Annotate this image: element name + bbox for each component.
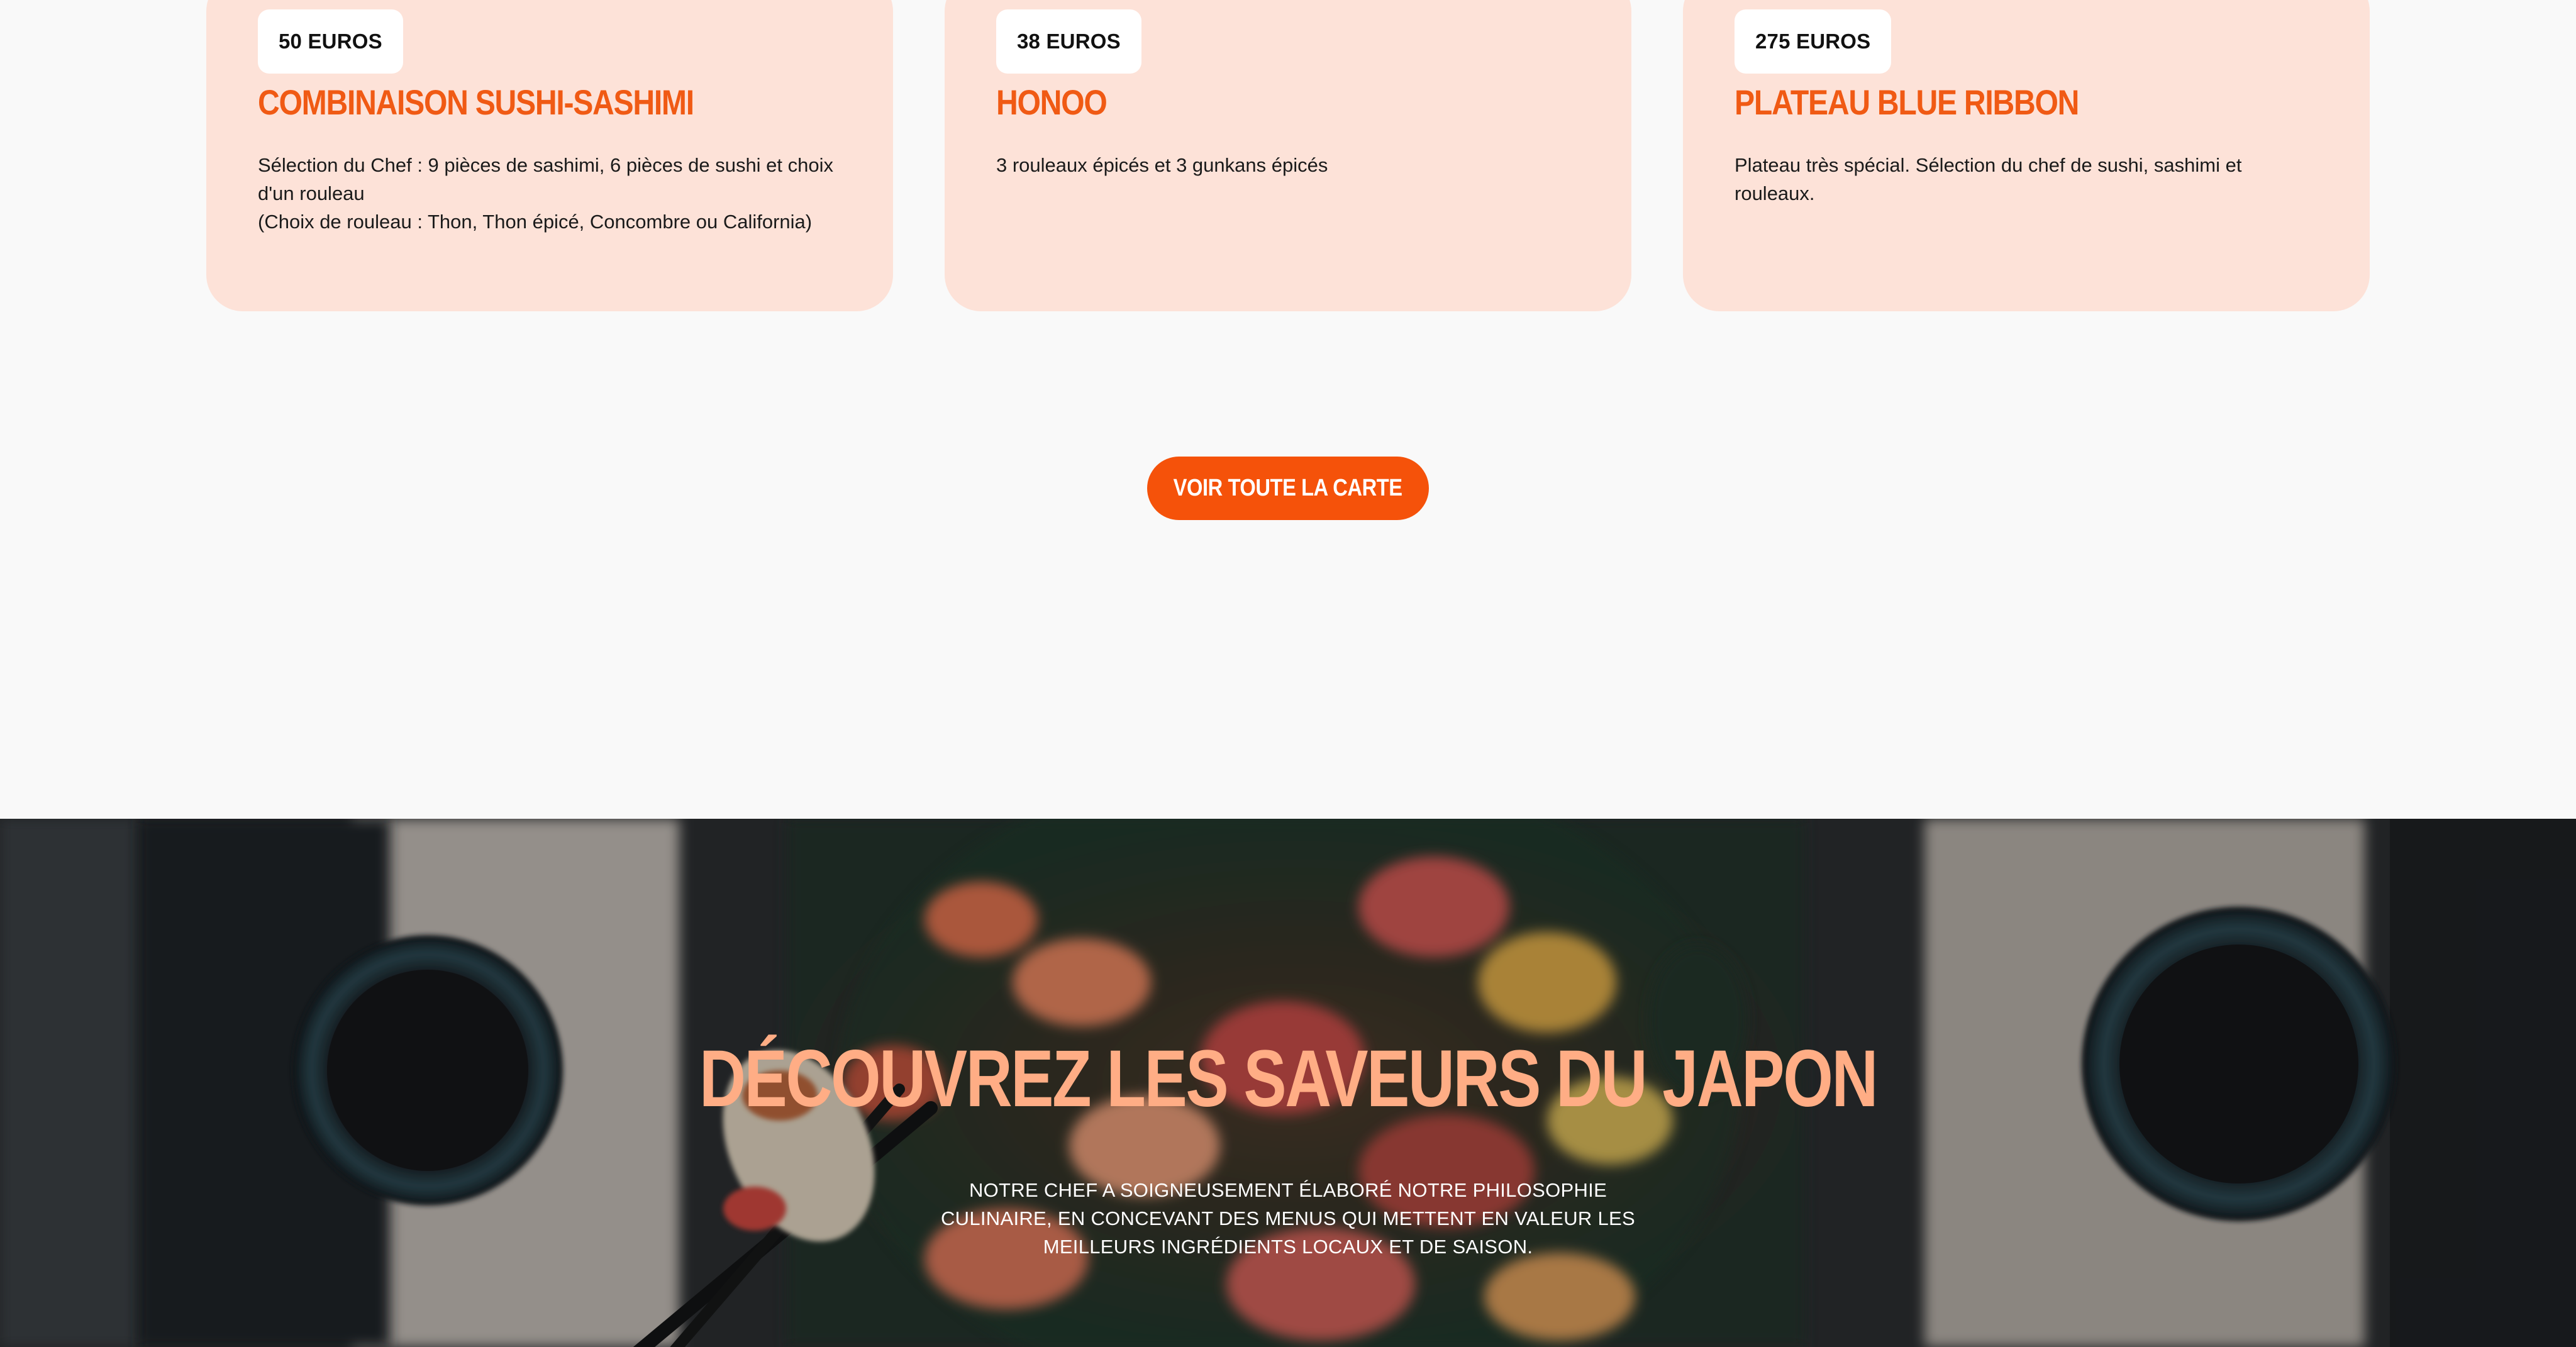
price-badge: 275 EUROS <box>1735 9 1892 74</box>
menu-card-title: PLATEAU BLUE RIBBON <box>1735 82 2079 122</box>
menu-card-title: HONOO <box>996 82 1108 122</box>
price-badge: 50 EUROS <box>258 9 403 74</box>
featured-menu-section: 50 EUROS COMBINAISON SUSHI-SASHIMI Sélec… <box>0 0 2576 819</box>
menu-card-plateau-blue-ribbon[interactable]: 275 EUROS PLATEAU BLUE RIBBON Plateau tr… <box>1683 0 2370 311</box>
view-full-menu-label: VOIR TOUTE LA CARTE <box>1173 475 1403 501</box>
hero-title-text: DÉCOUVREZ LES SAVEURS DU JAPON <box>699 1034 1878 1124</box>
menu-card-title: COMBINAISON SUSHI-SASHIMI <box>258 82 694 122</box>
hero-banner: DÉCOUVREZ LES SAVEURS DU JAPON NOTRE CHE… <box>0 819 2576 1347</box>
price-badge: 38 EUROS <box>996 9 1141 74</box>
menu-card-description: Sélection du Chef : 9 pièces de sashimi,… <box>258 154 834 233</box>
menu-card-combinaison-sushi-sashimi[interactable]: 50 EUROS COMBINAISON SUSHI-SASHIMI Sélec… <box>206 0 893 311</box>
view-full-menu-button[interactable]: VOIR TOUTE LA CARTE <box>1147 457 1429 520</box>
menu-card-description: Plateau très spécial. Sélection du chef … <box>1735 154 2242 204</box>
menu-card-honoo[interactable]: 38 EUROS HONOO 3 rouleaux épicés et 3 gu… <box>945 0 1631 311</box>
menu-card-description: 3 rouleaux épicés et 3 gunkans épicés <box>996 154 1328 176</box>
hero-description: NOTRE CHEF A SOIGNEUSEMENT ÉLABORÉ NOTRE… <box>940 1179 1636 1258</box>
hero-title: DÉCOUVREZ LES SAVEURS DU JAPON <box>0 1033 2576 1125</box>
